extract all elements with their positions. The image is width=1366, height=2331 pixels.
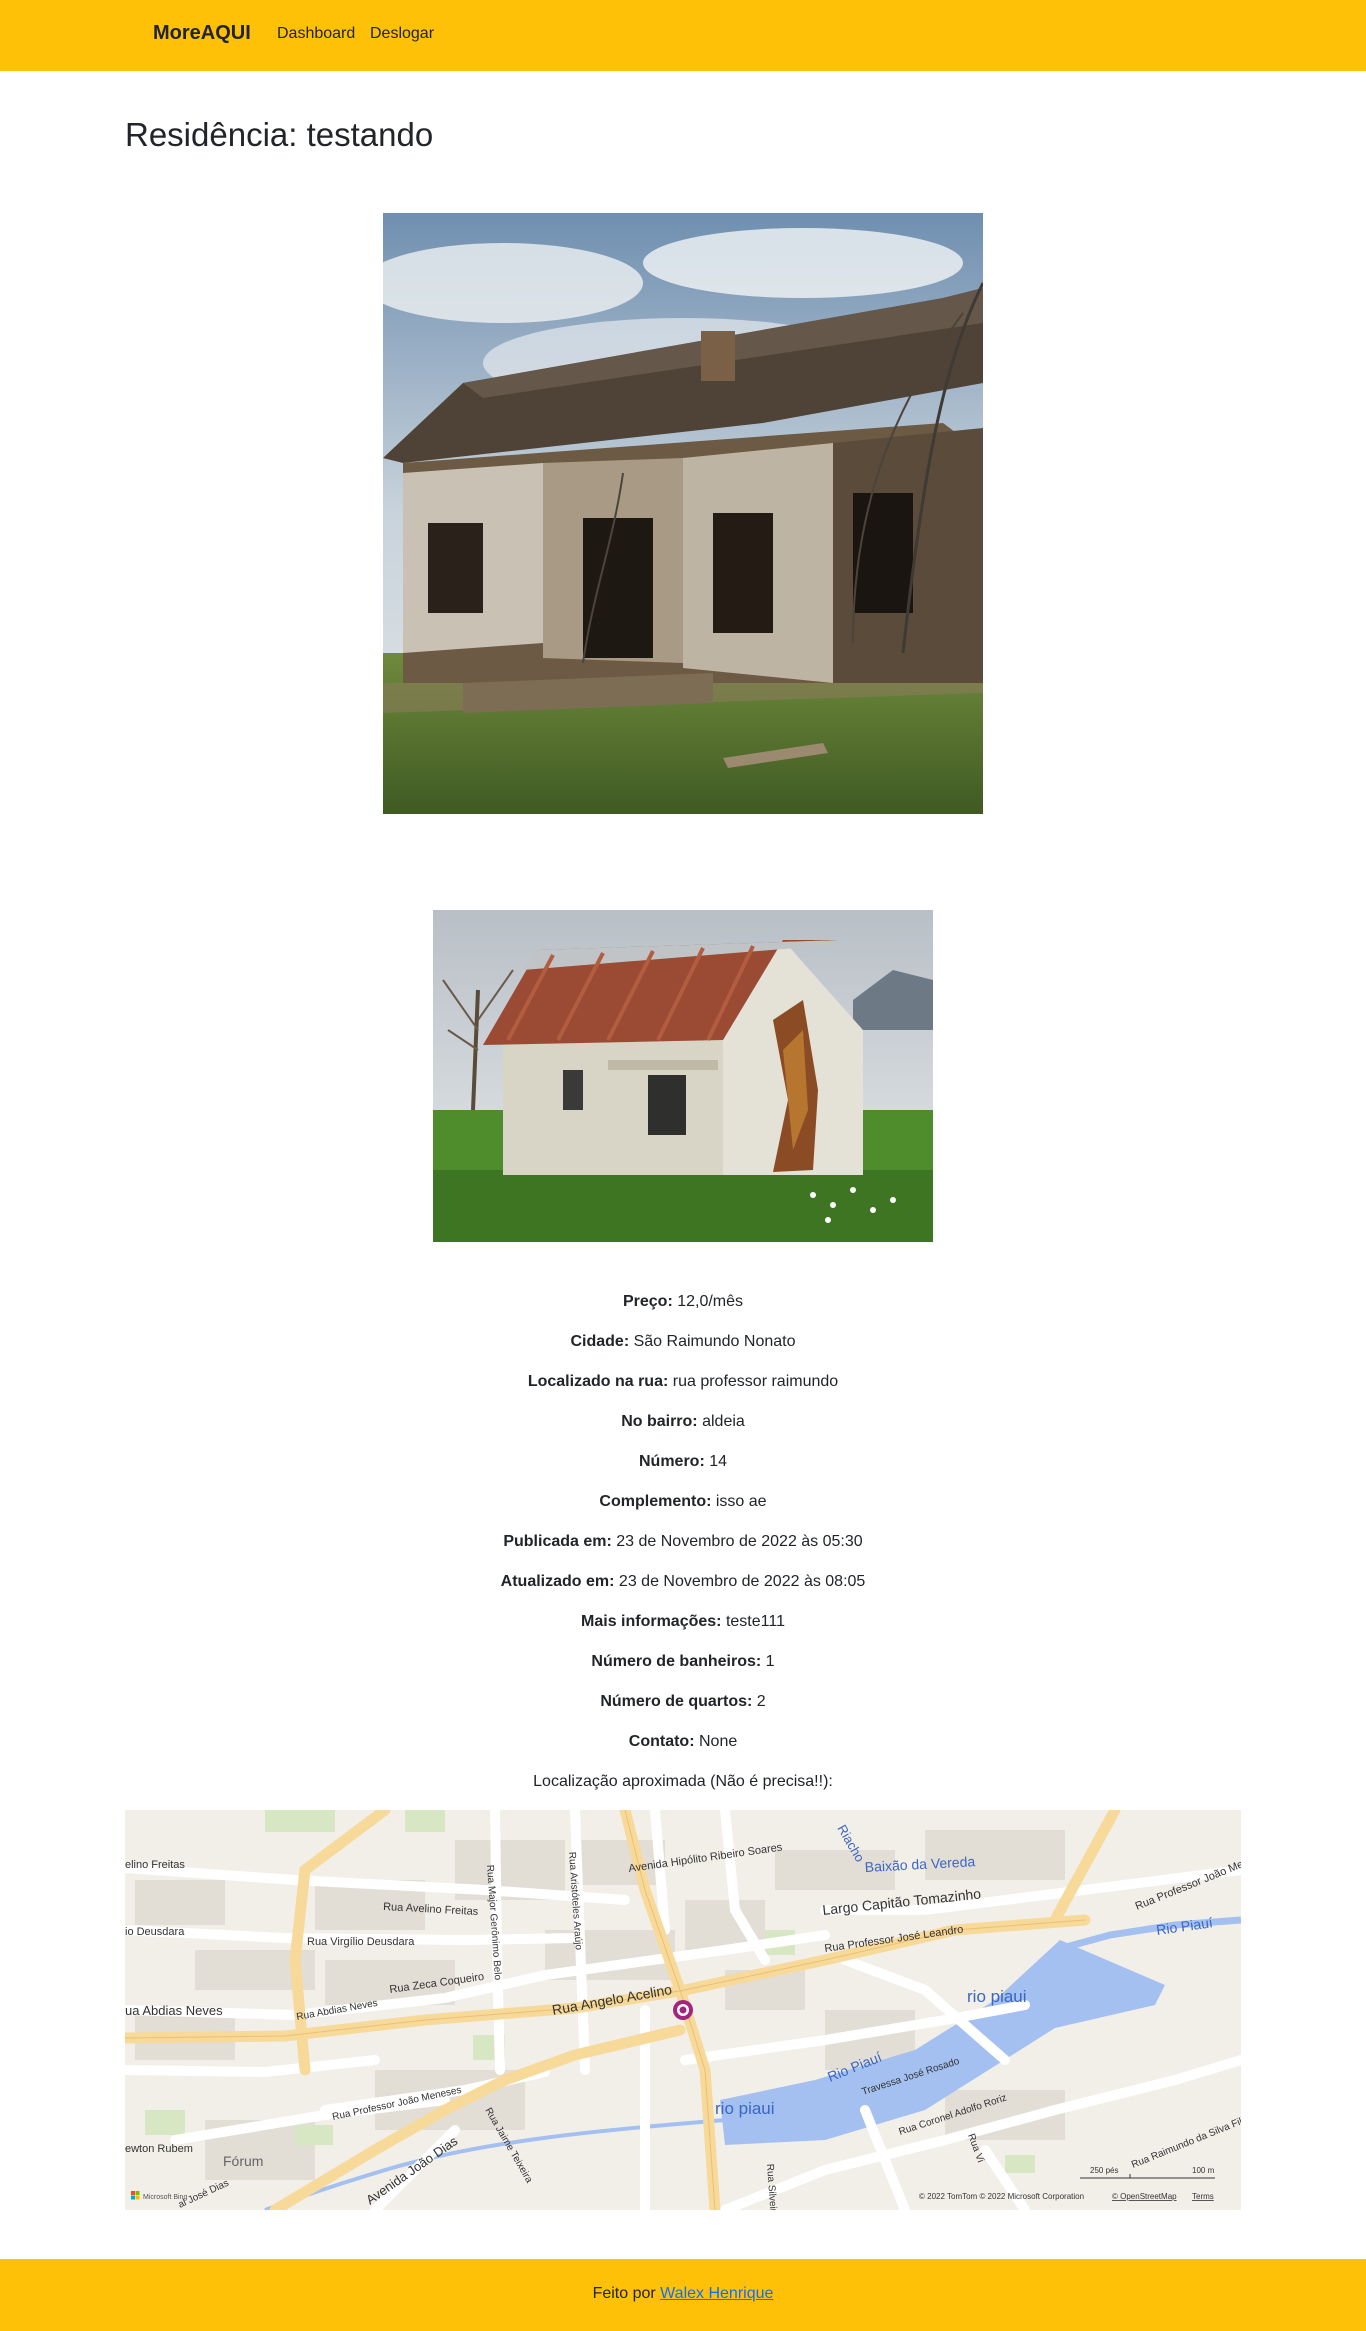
map-label: ua Abdias Neves [125, 2003, 223, 2018]
footer-prefix: Feito por [592, 2285, 656, 2302]
map-caption: Localização aproximada (Não é precisa!!)… [533, 1773, 833, 1790]
detail-price: Preço: 12,0/mês [0, 1290, 1366, 1330]
detail-bathrooms: Número de banheiros: 1 [0, 1650, 1366, 1690]
footer-text: Feito por Walex Henrique [0, 2285, 1366, 2303]
navbar: MoreAQUI Dashboard Deslogar [0, 0, 1366, 71]
detail-number: Número: 14 [0, 1450, 1366, 1490]
detail-value: 1 [765, 1653, 775, 1670]
detail-value: isso ae [715, 1493, 767, 1510]
detail-value: 23 de Novembro de 2022 às 05:30 [616, 1533, 863, 1550]
location-pin-icon[interactable] [673, 2000, 693, 2020]
residence-details: Preço: 12,0/mês Cidade: São Raimundo Non… [0, 1290, 1366, 1810]
detail-value: teste111 [725, 1613, 785, 1630]
detail-label: Contato: [628, 1733, 695, 1750]
detail-city: Cidade: São Raimundo Nonato [0, 1330, 1366, 1370]
map-label: elino Freitas [125, 1859, 185, 1871]
detail-label: Preço: [622, 1293, 673, 1310]
map-scale-m: 100 m [1192, 2166, 1215, 2175]
map-label: rio piaui [967, 1987, 1027, 2006]
map-terms-link[interactable]: Terms [1192, 2192, 1214, 2201]
map-copyright: © 2022 TomTom © 2022 Microsoft Corporati… [919, 2192, 1084, 2201]
map-label: Rua Virgílio Deusdara [307, 1936, 415, 1948]
detail-label: Mais informações: [581, 1613, 722, 1630]
detail-value: 23 de Novembro de 2022 às 08:05 [618, 1573, 866, 1590]
map-label: ewton Rubem [125, 2143, 193, 2155]
footer: Feito por Walex Henrique [0, 2259, 1366, 2331]
nav-link-dashboard[interactable]: Dashboard [277, 25, 355, 43]
detail-more-info: Mais informações: teste111 [0, 1610, 1366, 1650]
detail-label: Número de quartos: [600, 1693, 753, 1710]
map-label: Fórum [223, 2153, 263, 2169]
detail-label: Número: [638, 1453, 705, 1470]
detail-label: No bairro: [621, 1413, 698, 1430]
page-title: Residência: testando [125, 116, 434, 153]
detail-neighborhood: No bairro: aldeia [0, 1410, 1366, 1450]
detail-label: Número de banheiros: [591, 1653, 762, 1670]
map-label: io Deusdara [125, 1926, 185, 1938]
detail-published: Publicada em: 23 de Novembro de 2022 às … [0, 1530, 1366, 1570]
footer-author-link[interactable]: Walex Henrique [660, 2285, 773, 2302]
detail-value: São Raimundo Nonato [633, 1333, 796, 1350]
residence-photo-2 [433, 910, 933, 1242]
detail-label: Localizado na rua: [527, 1373, 669, 1390]
detail-bedrooms: Número de quartos: 2 [0, 1690, 1366, 1730]
bing-label: Microsoft Bing [143, 2194, 187, 2201]
location-map[interactable]: elino Freitas Rua Avelino Freitas io Deu… [125, 1810, 1241, 2210]
detail-label: Publicada em: [503, 1533, 612, 1550]
nav-link-logout[interactable]: Deslogar [370, 25, 434, 43]
detail-value: 2 [756, 1693, 766, 1710]
detail-label: Atualizado em: [500, 1573, 615, 1590]
map-scale-ft: 250 pés [1090, 2166, 1118, 2175]
detail-value: aldeia [702, 1413, 745, 1430]
detail-value: 12,0/mês [677, 1293, 744, 1310]
detail-value: 14 [709, 1453, 728, 1470]
detail-value: rua professor raimundo [672, 1373, 839, 1390]
map-osm-link[interactable]: © OpenStreetMap [1112, 2192, 1177, 2201]
detail-label: Complemento: [599, 1493, 712, 1510]
detail-label: Cidade: [570, 1333, 630, 1350]
detail-street: Localizado na rua: rua professor raimund… [0, 1370, 1366, 1410]
residence-photo-1 [383, 213, 983, 814]
detail-complement: Complemento: isso ae [0, 1490, 1366, 1530]
detail-contact: Contato: None [0, 1730, 1366, 1770]
map-label: rio piaui [715, 2099, 775, 2118]
detail-updated: Atualizado em: 23 de Novembro de 2022 às… [0, 1570, 1366, 1610]
brand-link[interactable]: MoreAQUI [153, 22, 251, 45]
detail-value: None [698, 1733, 738, 1750]
